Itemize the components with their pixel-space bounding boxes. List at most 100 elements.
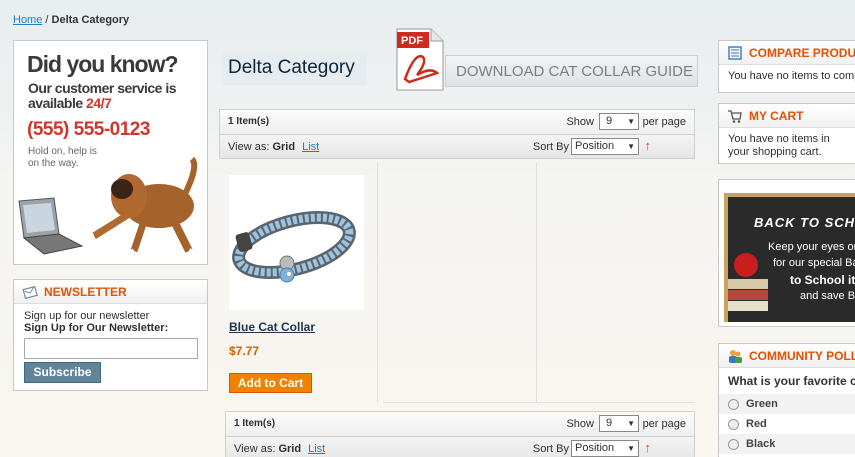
envelope-icon [22,285,38,300]
view-mode: View as: Grid List [234,443,325,455]
view-grid-current: Grid [278,443,302,455]
per-page-label: per page [642,418,686,430]
radio-button[interactable] [728,418,739,430]
sort-value: Position [575,442,615,454]
breadcrumb-separator: / [45,14,49,26]
pdf-label: PDF [401,35,423,47]
sorter-row: View as: Grid List Sort By Position ▼ ↑ [225,436,695,457]
pager-row: 1 Item(s) Show 9 ▼ per page [219,109,695,134]
breadcrumb-current: Delta Category [51,14,130,26]
poll-option-label: Green [746,398,778,410]
view-as-label: View as: [234,443,276,455]
newsletter-email-input[interactable] [24,338,198,359]
cart-block: MY CART You have no items in your shoppi… [718,103,855,164]
newsletter-title: NEWSLETTER [14,280,207,304]
sort-select[interactable]: Position ▼ [571,440,639,457]
sort-value: Position [575,140,615,152]
poll-question: What is your favorite color [728,374,855,388]
limit-value: 9 [606,417,613,429]
add-to-cart-button[interactable]: Add to Cart [229,373,312,393]
newsletter-line1: Sign up for our newsletter [24,310,150,322]
ad-headline: Did you know? [27,51,179,77]
product-grid: Blue Cat Collar $7.77 Add to Cart [219,162,695,410]
compare-title: COMPARE PRODUCTS [719,41,855,65]
sort-direction-icon[interactable]: ↑ [645,138,652,153]
limit-value: 9 [606,115,613,127]
show-label: Show [566,116,594,128]
sort-direction-icon[interactable]: ↑ [645,440,652,455]
poll-option-label: Red [746,418,767,430]
promo-line1: Keep your eyes on [768,241,855,253]
show-label: Show [566,418,594,430]
breadcrumb-home-link[interactable]: Home [13,14,42,26]
radio-button[interactable] [728,398,739,410]
poll-option-red[interactable]: Red [719,414,855,434]
promo-title: BACK TO SCHOOL [754,215,855,230]
view-list-link[interactable]: List [308,443,325,455]
chalkboard: BACK TO SCHOOL Keep your eyes on for our… [724,193,855,322]
product-name-link[interactable]: Blue Cat Collar [229,320,315,334]
page-title: Delta Category [222,52,367,85]
view-as-label: View as: [228,141,270,153]
view-grid-current: Grid [272,141,296,153]
pager-row: 1 Item(s) Show 9 ▼ per page [225,411,695,436]
poll-option-black[interactable]: Black [719,434,855,454]
radio-button[interactable] [728,438,739,450]
toolbar-bottom: 1 Item(s) Show 9 ▼ per page View as: Gri… [225,411,695,457]
cart-empty-text: You have no items in your shopping cart. [728,133,830,158]
ad-line2-prefix: available [28,95,83,111]
sort-by-label: Sort By [532,443,569,455]
per-page-label: per page [642,116,686,128]
chevron-down-icon: ▼ [627,444,635,453]
sort-by-label: Sort By [532,141,569,153]
view-mode: View as: Grid List [228,141,319,153]
ad-hours: 24/7 [86,95,112,111]
promo-line4: and save B [800,290,855,302]
item-count: 1 Item(s) [234,418,276,429]
newsletter-title-text: NEWSLETTER [44,285,127,299]
ad-line2: available 24/7 [28,96,198,111]
poll-title-text: COMMUNITY POLL [749,349,855,363]
people-icon [729,350,742,363]
cart-title-text: MY CART [749,109,804,123]
poll-option-label: Black [746,438,776,450]
breadcrumb: Home / Delta Category [13,14,129,26]
item-count: 1 Item(s) [228,116,270,127]
column-divider [536,162,537,402]
newsletter-block: NEWSLETTER Sign up for our newsletter Si… [13,279,208,391]
limit-select[interactable]: 9 ▼ [599,113,639,130]
row-divider [383,402,695,403]
view-list-link[interactable]: List [302,141,319,153]
poll-title: COMMUNITY POLL [719,344,855,368]
boxer-dog-image [81,156,201,258]
toolbar-top: 1 Item(s) Show 9 ▼ per page View as: Gri… [219,109,695,161]
column-divider [377,162,378,402]
promo-line2: for our special Back [773,257,855,269]
ad-phone: (555) 555-0123 [27,119,150,140]
limit-select[interactable]: 9 ▼ [599,415,639,432]
ad-text: Our customer service is available 24/7 [28,81,198,111]
cart-title: MY CART [719,104,855,128]
pdf-icon[interactable]: PDF [395,27,445,92]
compare-list-icon [728,46,742,60]
product-price: $7.77 [229,344,260,358]
promo-line3: to School items [790,273,855,287]
customer-service-ad[interactable]: Did you know? Our customer service is av… [13,40,208,265]
chevron-down-icon: ▼ [627,142,635,151]
ad-line1: Our customer service is [28,80,177,96]
sorter-row: View as: Grid List Sort By Position ▼ ↑ [219,134,695,159]
cart-icon [728,110,742,123]
compare-empty-text: You have no items to compare. [728,70,855,82]
newsletter-line2: Sign Up for Our Newsletter: [24,322,169,334]
product-image[interactable] [229,175,364,310]
compare-title-text: COMPARE PRODUCTS [749,46,855,60]
sort-select[interactable]: Position ▼ [571,138,639,155]
apple-books-image [728,253,768,311]
download-guide-button[interactable]: DOWNLOAD CAT COLLAR GUIDE [445,55,698,87]
subscribe-button[interactable]: Subscribe [24,362,101,383]
chevron-down-icon: ▼ [627,419,635,428]
poll-option-green[interactable]: Green [719,394,855,414]
compare-block: COMPARE PRODUCTS You have no items to co… [718,40,855,93]
back-to-school-banner[interactable]: BACK TO SCHOOL Keep your eyes on for our… [718,179,855,327]
poll-block: COMMUNITY POLL What is your favorite col… [718,343,855,457]
